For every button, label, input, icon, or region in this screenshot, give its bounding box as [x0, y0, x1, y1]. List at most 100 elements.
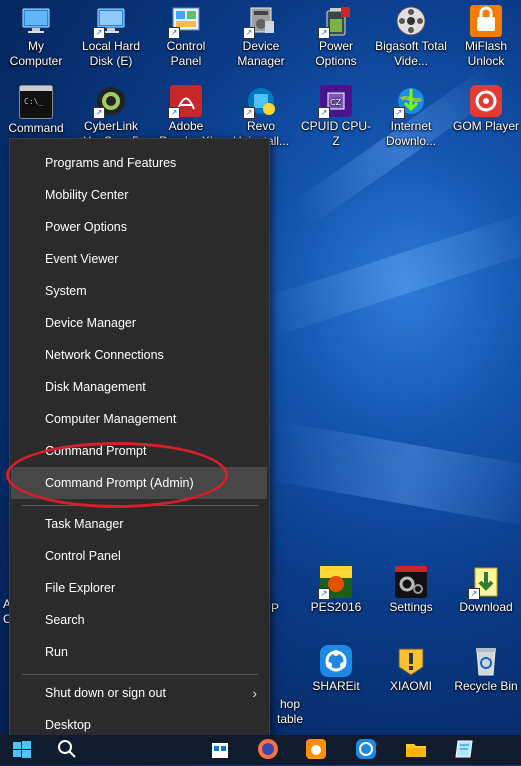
revo-icon: ↗: [243, 85, 277, 119]
menu-item-file-explorer[interactable]: File Explorer: [10, 572, 269, 604]
menu-item-run[interactable]: Run: [10, 636, 269, 668]
gom-icon: [470, 85, 502, 117]
red-annotation-ellipse: [6, 442, 228, 508]
menu-item-label: Control Panel: [45, 549, 121, 563]
menu-item-label: Computer Management: [45, 412, 177, 426]
desktop-icon-label: Local Hard Disk (E): [81, 39, 141, 68]
menu-item-system[interactable]: System: [10, 275, 269, 307]
desktop-icon-device-manager[interactable]: ↗ Device Manager: [225, 5, 297, 69]
film-reel-icon: [395, 5, 427, 37]
menu-item-network-connections[interactable]: Network Connections: [10, 339, 269, 371]
svg-text:C:\_: C:\_: [24, 97, 43, 106]
menu-item-label: Disk Management: [45, 380, 146, 394]
share-icon: [320, 645, 352, 677]
shortcut-arrow-icon: ↗: [393, 107, 405, 119]
menu-item-label: Network Connections: [45, 348, 164, 362]
menu-item-label: Desktop: [45, 718, 91, 732]
menu-item-label: Device Manager: [45, 316, 137, 330]
menu-item-search[interactable]: Search: [10, 604, 269, 636]
uc-browser-icon[interactable]: [304, 737, 328, 761]
shortcut-arrow-icon: ↗: [318, 27, 330, 39]
desktop-icon-label: Settings: [389, 600, 433, 614]
desktop-icon-label: Download: [459, 600, 513, 614]
desktop-icon-miflash[interactable]: MiFlash Unlock: [450, 5, 521, 69]
terminal-icon: C:\_: [19, 85, 53, 119]
desktop-icon-label: MiFlash Unlock: [464, 39, 507, 68]
svg-text:CZ: CZ: [330, 98, 342, 107]
shortcut-arrow-icon: ↗: [93, 107, 105, 119]
file-explorer-icon[interactable]: [404, 737, 428, 761]
gears-icon: [395, 566, 427, 598]
battery-icon: ↗: [318, 5, 352, 39]
recycle-bin-icon: [470, 645, 502, 677]
menu-item-device-manager[interactable]: Device Manager: [10, 307, 269, 339]
menu-item-label: Programs and Features: [45, 156, 177, 170]
menu-item-label: Run: [45, 645, 68, 659]
notepad-icon[interactable]: [452, 737, 476, 761]
desktop-icon-label: SHAREit: [312, 679, 360, 693]
shortcut-arrow-icon: ↗: [318, 107, 330, 119]
search-icon[interactable]: [55, 737, 79, 761]
computer-icon: [20, 5, 52, 37]
desktop-icon-pes2016[interactable]: ↗ PES2016: [300, 566, 372, 615]
menu-item-task-manager[interactable]: Task Manager: [10, 508, 269, 540]
adobe-icon: ↗: [168, 85, 202, 119]
folder-download-icon: ↗: [468, 566, 502, 600]
desktop-icon-label: Control Panel: [166, 39, 206, 68]
desktop-icon-label: hop table: [276, 697, 304, 726]
cpu-icon: CZ ↗: [318, 85, 352, 119]
windows-start-icon[interactable]: [10, 737, 34, 761]
shortcut-arrow-icon: ↗: [93, 27, 105, 39]
desktop-icon-settings[interactable]: Settings: [375, 566, 447, 615]
desktop-icon-xiaomi[interactable]: XIAOMI: [375, 645, 447, 694]
store-icon[interactable]: [208, 737, 232, 761]
wallpaper-beam: [264, 420, 521, 529]
soccer-icon: ↗: [318, 566, 352, 600]
desktop-icon-shareit[interactable]: SHAREit: [300, 645, 372, 694]
menu-item-shut-down[interactable]: Shut down or sign out ›: [10, 677, 269, 709]
desktop-icon-label: Recycle Bin: [454, 679, 518, 693]
menu-item-power-options[interactable]: Power Options: [10, 211, 269, 243]
chevron-right-icon: ›: [252, 685, 257, 701]
shortcut-arrow-icon: ↗: [168, 27, 180, 39]
webcam-icon: ↗: [93, 85, 127, 119]
menu-item-programs-and-features[interactable]: Programs and Features: [10, 147, 269, 179]
menu-item-label: Search: [45, 613, 85, 627]
menu-item-label: Event Viewer: [45, 252, 119, 266]
desktop-icon-bigasoft[interactable]: Bigasoft Total Vide...: [375, 5, 447, 69]
shareit-icon[interactable]: [354, 737, 378, 761]
menu-item-label: Shut down or sign out: [45, 686, 166, 700]
device-manager-icon: ↗: [243, 5, 277, 39]
menu-separator: [22, 674, 258, 675]
menu-item-label: System: [45, 284, 87, 298]
shortcut-arrow-icon: ↗: [468, 588, 480, 600]
menu-item-computer-management[interactable]: Computer Management: [10, 403, 269, 435]
desktop-icon-label: Internet Downlo...: [385, 119, 437, 148]
menu-item-disk-management[interactable]: Disk Management: [10, 371, 269, 403]
menu-item-label: Power Options: [45, 220, 127, 234]
shortcut-arrow-icon: ↗: [243, 27, 255, 39]
desktop-icon-label: PES2016: [310, 600, 362, 614]
desktop-icon-idm[interactable]: ↗ Internet Downlo...: [375, 85, 447, 149]
drive-icon: ↗: [93, 5, 127, 39]
desktop-icon-cpuz[interactable]: CZ ↗ CPUID CPU-Z: [300, 85, 372, 149]
desktop-icon-label: My Computer: [9, 39, 63, 68]
firefox-icon[interactable]: [256, 737, 280, 761]
menu-item-mobility-center[interactable]: Mobility Center: [10, 179, 269, 211]
desktop-icon-power-options[interactable]: ↗ Power Options: [300, 5, 372, 69]
shortcut-arrow-icon: ↗: [168, 107, 180, 119]
desktop-icon-download[interactable]: ↗ Download: [450, 566, 521, 615]
control-panel-icon: ↗: [168, 5, 202, 39]
mi-icon: [470, 5, 502, 37]
desktop-icon-local-disk-e[interactable]: ↗ Local Hard Disk (E): [75, 5, 147, 69]
desktop-icon-label: Bigasoft Total Vide...: [375, 39, 447, 68]
menu-item-label: Task Manager: [45, 517, 124, 531]
desktop-icon-label: GOM Player: [452, 119, 519, 133]
desktop-icon-control-panel[interactable]: ↗ Control Panel: [150, 5, 222, 69]
desktop-icon-recycle-bin[interactable]: Recycle Bin: [450, 645, 521, 694]
desktop-icon-gom[interactable]: GOM Player: [450, 85, 521, 134]
menu-item-event-viewer[interactable]: Event Viewer: [10, 243, 269, 275]
menu-item-control-panel[interactable]: Control Panel: [10, 540, 269, 572]
desktop-icon-label: CPUID CPU-Z: [300, 119, 371, 148]
desktop-icon-my-computer[interactable]: My Computer: [0, 5, 72, 69]
